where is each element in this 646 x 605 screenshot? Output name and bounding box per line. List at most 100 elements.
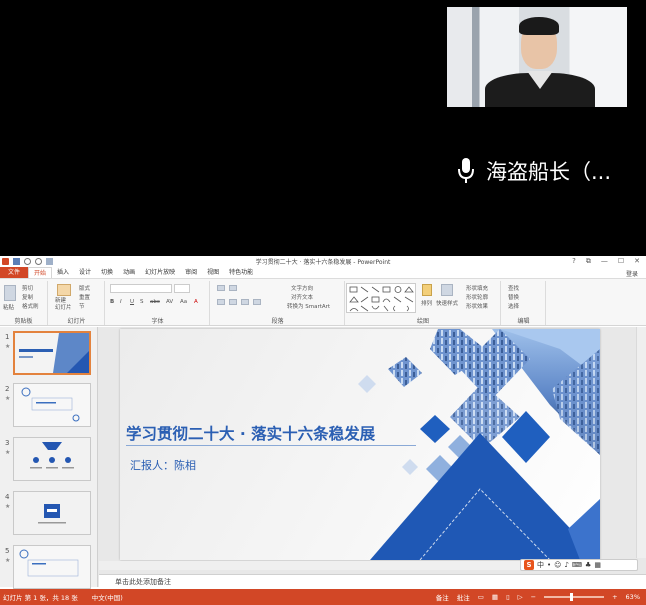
- window-controls: ? ⧉ — ☐ ✕: [572, 257, 640, 266]
- clipboard-label: 剪贴板: [14, 318, 33, 325]
- slide-title[interactable]: 学习贯彻二十大 · 落实十六条稳发展: [126, 422, 375, 444]
- convert-smartart-button[interactable]: 转换为 SmartArt: [287, 302, 330, 310]
- ime-toolbar[interactable]: S 中 • ☺ ♪ ⌨ ♣ ▦: [520, 559, 638, 571]
- drawing-group: 排列 快速样式 形状填充 形状轮廓 形状效果 绘图: [346, 281, 501, 325]
- slide-reporter[interactable]: 汇报人：陈相: [130, 457, 196, 473]
- find-button[interactable]: 查找: [508, 284, 519, 292]
- new-slide-button[interactable]: 新建 幻灯片: [55, 298, 72, 312]
- emoji-icon[interactable]: ☺: [554, 561, 561, 569]
- slide-canvas[interactable]: 学习贯彻二十大 · 落实十六条稳发展 汇报人：陈相: [120, 329, 600, 560]
- tab-animations[interactable]: 动画: [118, 267, 140, 278]
- notes-toggle[interactable]: 备注: [436, 592, 449, 602]
- comments-toggle[interactable]: 批注: [457, 592, 470, 602]
- zoom-out-button[interactable]: −: [531, 593, 536, 601]
- strikethrough-button[interactable]: abc: [150, 299, 160, 305]
- shadow-button[interactable]: S: [140, 299, 144, 305]
- bold-button[interactable]: B: [110, 299, 114, 305]
- punctuation-icon[interactable]: •: [547, 561, 551, 569]
- participant-hair: [519, 17, 559, 35]
- arrange-icon[interactable]: [422, 284, 432, 296]
- reading-view-icon[interactable]: ▯: [506, 593, 510, 601]
- tab-home[interactable]: 开始: [28, 266, 53, 279]
- section-button[interactable]: 节: [79, 302, 85, 310]
- shape-outline-button[interactable]: 形状轮廓: [466, 293, 488, 301]
- tab-review[interactable]: 审阅: [180, 267, 202, 278]
- paste-icon[interactable]: [4, 285, 16, 301]
- zoom-slider-thumb[interactable]: [570, 593, 574, 601]
- slide-thumbnail-5[interactable]: [13, 545, 91, 589]
- login-link[interactable]: 登录: [626, 269, 638, 278]
- font-name-field[interactable]: [110, 284, 172, 293]
- select-button[interactable]: 选择: [508, 302, 519, 310]
- vertical-scrollbar[interactable]: [636, 327, 646, 558]
- keyboard-icon[interactable]: ⌨: [572, 561, 582, 569]
- help-button[interactable]: ?: [572, 257, 576, 266]
- format-painter-button[interactable]: 格式刷: [22, 302, 39, 310]
- align-right-icon[interactable]: [241, 299, 249, 305]
- paste-button[interactable]: 粘贴: [3, 303, 14, 311]
- numbering-icon[interactable]: [229, 285, 237, 291]
- animation-star-icon: ★: [5, 395, 11, 402]
- toolbox-icon[interactable]: ▦: [594, 561, 601, 569]
- cut-button[interactable]: 剪切: [22, 284, 33, 292]
- skin-icon[interactable]: ♣: [585, 561, 591, 569]
- animation-star-icon: ★: [5, 343, 11, 350]
- tab-view[interactable]: 视图: [202, 267, 224, 278]
- slide-sorter-icon[interactable]: ▦: [492, 593, 498, 601]
- notes-pane[interactable]: 单击此处添加备注: [99, 574, 646, 587]
- slide-thumbnail-4[interactable]: [13, 491, 91, 535]
- arrange-button[interactable]: 排列: [421, 299, 432, 307]
- slide-thumbnail-3[interactable]: [13, 437, 91, 481]
- underline-button[interactable]: U: [130, 299, 134, 305]
- maximize-button[interactable]: ☐: [618, 257, 624, 266]
- italic-button[interactable]: I: [120, 299, 122, 305]
- paragraph-label: 段落: [271, 318, 284, 325]
- close-button[interactable]: ✕: [634, 257, 640, 266]
- align-center-icon[interactable]: [229, 299, 237, 305]
- slide-thumbnail-2[interactable]: [13, 383, 91, 427]
- thumbnail-number: 1: [5, 333, 10, 341]
- shape-effects-button[interactable]: 形状效果: [466, 302, 488, 310]
- slide-count: 幻灯片 第 1 张，共 18 张: [3, 594, 78, 602]
- ribbon-display-button[interactable]: ⧉: [586, 257, 591, 266]
- change-case-button[interactable]: Aa: [180, 299, 187, 305]
- minimize-button[interactable]: —: [601, 257, 608, 266]
- voice-icon[interactable]: ♪: [564, 561, 568, 569]
- editing-label: 编辑: [517, 318, 530, 325]
- tab-design[interactable]: 设计: [74, 267, 96, 278]
- tab-features[interactable]: 特色功能: [224, 267, 258, 278]
- slide-thumbnail-1[interactable]: [13, 331, 91, 375]
- quick-styles-icon[interactable]: [441, 284, 453, 296]
- thumbnail-number: 3: [5, 439, 10, 447]
- slideshow-icon[interactable]: ▷: [518, 593, 523, 601]
- replace-button[interactable]: 替换: [508, 293, 519, 301]
- copy-button[interactable]: 复制: [22, 293, 33, 301]
- reset-button[interactable]: 重置: [79, 293, 90, 301]
- tab-slideshow[interactable]: 幻灯片放映: [140, 267, 180, 278]
- new-slide-icon[interactable]: [57, 284, 71, 296]
- align-text-button[interactable]: 对齐文本: [291, 293, 313, 301]
- ime-mode[interactable]: 中: [537, 560, 544, 570]
- language-indicator[interactable]: 中文(中国): [92, 592, 123, 602]
- tab-insert[interactable]: 插入: [52, 267, 74, 278]
- normal-view-icon[interactable]: ▭: [478, 593, 484, 601]
- align-left-icon[interactable]: [217, 299, 225, 305]
- zoom-slider[interactable]: [544, 593, 605, 601]
- layout-button[interactable]: 版式: [79, 284, 90, 292]
- animation-star-icon: ★: [5, 557, 11, 564]
- zoom-level[interactable]: 63%: [626, 593, 640, 601]
- bullets-icon[interactable]: [217, 285, 225, 291]
- justify-icon[interactable]: [253, 299, 261, 305]
- font-color-button[interactable]: A: [194, 299, 198, 305]
- quick-styles-button[interactable]: 快速样式: [436, 299, 458, 307]
- tab-file[interactable]: 文件: [0, 267, 28, 278]
- participant-video: [447, 7, 627, 107]
- zoom-in-button[interactable]: +: [612, 593, 617, 601]
- shape-fill-button[interactable]: 形状填充: [466, 284, 488, 292]
- screen: 海盗船长（... 学习贯彻二十大 · 落实十六条稳发展 - PowerPoint…: [0, 0, 646, 605]
- text-direction-button[interactable]: 文字方向: [291, 284, 313, 292]
- tab-transitions[interactable]: 切换: [96, 267, 118, 278]
- shapes-gallery[interactable]: [346, 283, 416, 313]
- char-spacing-button[interactable]: AV: [166, 299, 173, 305]
- font-size-field[interactable]: [174, 284, 190, 293]
